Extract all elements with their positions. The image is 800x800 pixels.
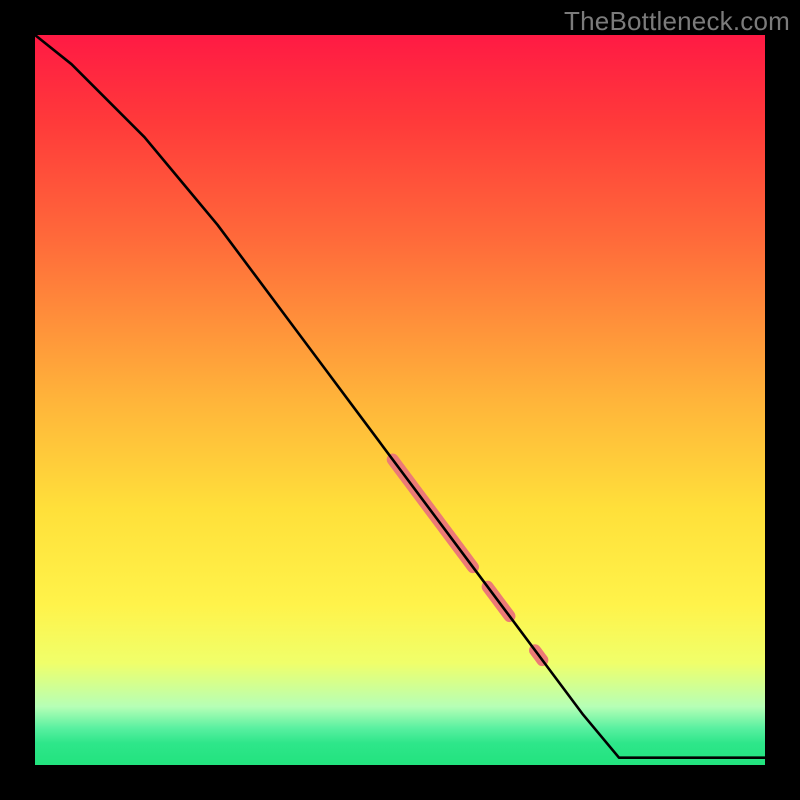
plot-area — [35, 35, 765, 765]
watermark-text: TheBottleneck.com — [564, 6, 790, 37]
line-layer — [35, 35, 765, 758]
chart-svg — [35, 35, 765, 765]
chart-stage: TheBottleneck.com — [0, 0, 800, 800]
primary-curve — [35, 35, 765, 758]
